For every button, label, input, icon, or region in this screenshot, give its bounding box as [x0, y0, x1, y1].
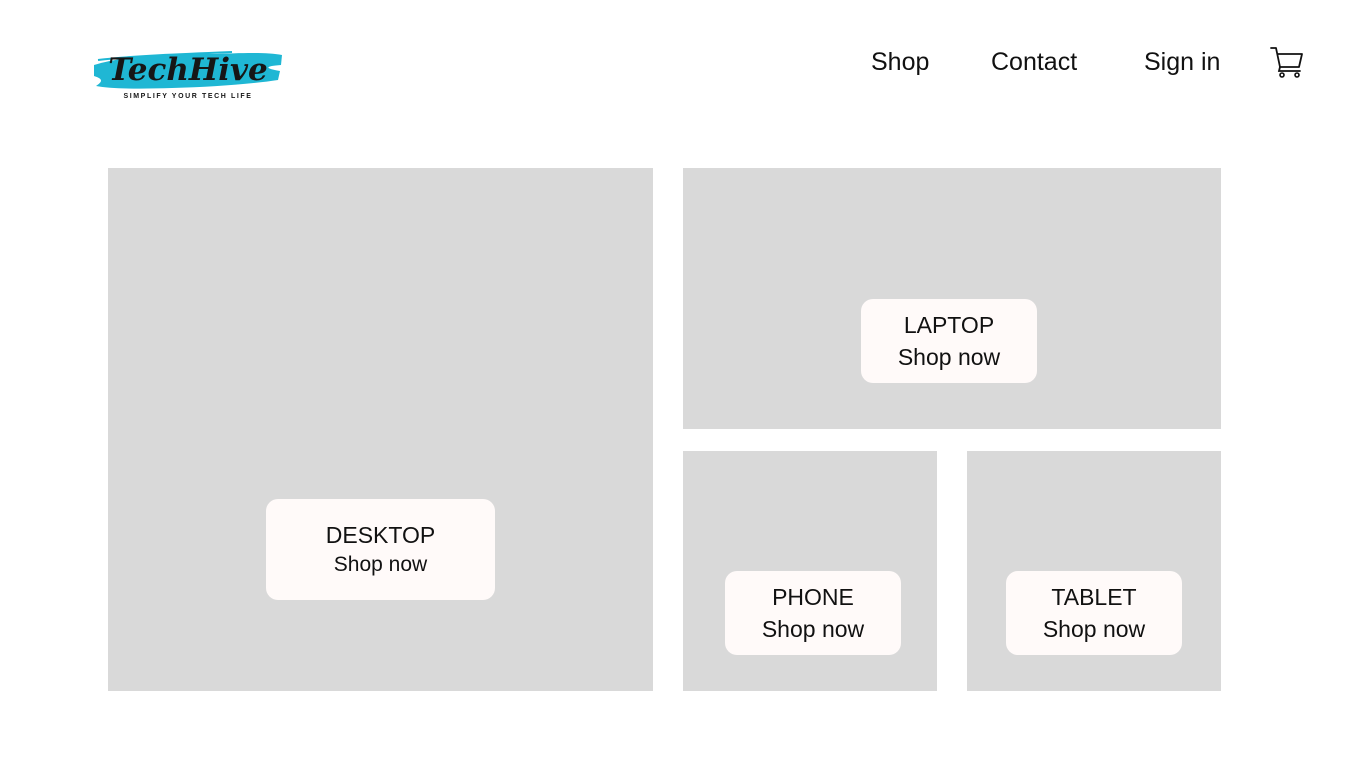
- techhive-logo[interactable]: TechHive SIMPLIFY YOUR TECH LIFE: [92, 38, 284, 104]
- logo-wordmark: TechHive: [108, 52, 267, 88]
- nav-contact-link[interactable]: Contact: [991, 46, 1077, 78]
- tablet-shop-card[interactable]: TABLET Shop now: [1006, 571, 1182, 655]
- desktop-category-tile[interactable]: DESKTOP Shop now: [108, 168, 653, 691]
- phone-category-tile[interactable]: PHONE Shop now: [683, 451, 937, 691]
- desktop-shop-now-link[interactable]: Shop now: [334, 550, 427, 580]
- phone-category-label: PHONE: [772, 584, 854, 610]
- laptop-shop-now-link[interactable]: Shop now: [898, 341, 1000, 373]
- tablet-shop-now-link[interactable]: Shop now: [1043, 613, 1145, 645]
- tablet-category-label: TABLET: [1051, 584, 1137, 610]
- laptop-category-label: LAPTOP: [903, 312, 995, 338]
- shopping-cart-icon[interactable]: [1270, 45, 1304, 79]
- desktop-shop-card[interactable]: DESKTOP Shop now: [266, 499, 495, 600]
- laptop-shop-card[interactable]: LAPTOP Shop now: [861, 299, 1037, 383]
- laptop-category-tile[interactable]: LAPTOP Shop now: [683, 168, 1221, 429]
- desktop-category-label: DESKTOP: [325, 521, 436, 548]
- logo-tagline: SIMPLIFY YOUR TECH LIFE: [123, 93, 252, 100]
- page: TechHive SIMPLIFY YOUR TECH LIFE Shop Co…: [0, 0, 1366, 768]
- tablet-category-tile[interactable]: TABLET Shop now: [967, 451, 1221, 691]
- phone-shop-now-link[interactable]: Shop now: [762, 613, 864, 645]
- nav-sign-in-link[interactable]: Sign in: [1144, 46, 1220, 78]
- phone-shop-card[interactable]: PHONE Shop now: [725, 571, 901, 655]
- nav-shop-link[interactable]: Shop: [871, 46, 929, 78]
